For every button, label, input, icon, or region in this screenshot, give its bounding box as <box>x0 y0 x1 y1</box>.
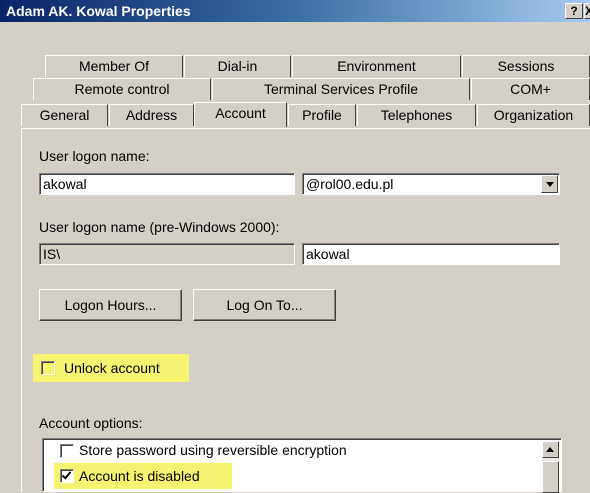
tab-telephones[interactable]: Telephones <box>357 104 476 126</box>
tab-general[interactable]: General <box>21 104 108 126</box>
tab-terminal-services-profile[interactable]: Terminal Services Profile <box>212 78 470 100</box>
unlock-account-checkbox[interactable] <box>41 361 55 375</box>
tab-organization[interactable]: Organization <box>477 104 590 126</box>
pre2000-label: User logon name (pre-Windows 2000): <box>39 219 280 235</box>
tab-member-of[interactable]: Member Of <box>45 55 183 77</box>
tab-remote-control[interactable]: Remote control <box>33 78 211 100</box>
tab-environment[interactable]: Environment <box>292 55 461 77</box>
store-password-checkbox[interactable] <box>60 444 74 458</box>
chevron-down-icon[interactable] <box>541 175 558 193</box>
store-password-label: Store password using reversible encrypti… <box>79 442 347 458</box>
logon-name-input[interactable]: akowal <box>39 173 295 195</box>
unlock-account-label: Unlock account <box>64 360 160 376</box>
tab-dial-in[interactable]: Dial-in <box>184 55 291 77</box>
account-disabled-checkbox[interactable] <box>60 469 74 483</box>
scroll-up-icon[interactable] <box>542 441 559 458</box>
options-scrollbar[interactable] <box>542 441 559 493</box>
tab-sessions[interactable]: Sessions <box>462 55 590 77</box>
scroll-thumb[interactable] <box>542 461 559 493</box>
domain-select[interactable]: @rol00.edu.pl <box>302 173 560 195</box>
title-bar: Adam AK. Kowal Properties ? X <box>0 0 590 22</box>
close-button[interactable]: X <box>584 3 590 19</box>
domain-value: @rol00.edu.pl <box>306 176 394 192</box>
account-disabled-label: Account is disabled <box>79 468 200 484</box>
tab-account[interactable]: Account <box>194 102 287 127</box>
tab-com-plus[interactable]: COM+ <box>471 78 590 100</box>
pre2000-domain-field: IS\ <box>39 243 295 265</box>
tab-profile[interactable]: Profile <box>288 104 356 126</box>
account-options-label: Account options: <box>39 415 143 431</box>
pre2000-logon-input[interactable]: akowal <box>302 243 560 265</box>
checkmark-icon <box>61 469 72 480</box>
window-title: Adam AK. Kowal Properties <box>6 3 191 19</box>
help-button[interactable]: ? <box>565 3 583 19</box>
close-icon: X <box>585 4 590 18</box>
tab-address[interactable]: Address <box>109 104 194 126</box>
log-on-to-button[interactable]: Log On To... <box>193 289 336 321</box>
logon-name-label: User logon name: <box>39 148 150 164</box>
logon-hours-button[interactable]: Logon Hours... <box>39 289 182 321</box>
